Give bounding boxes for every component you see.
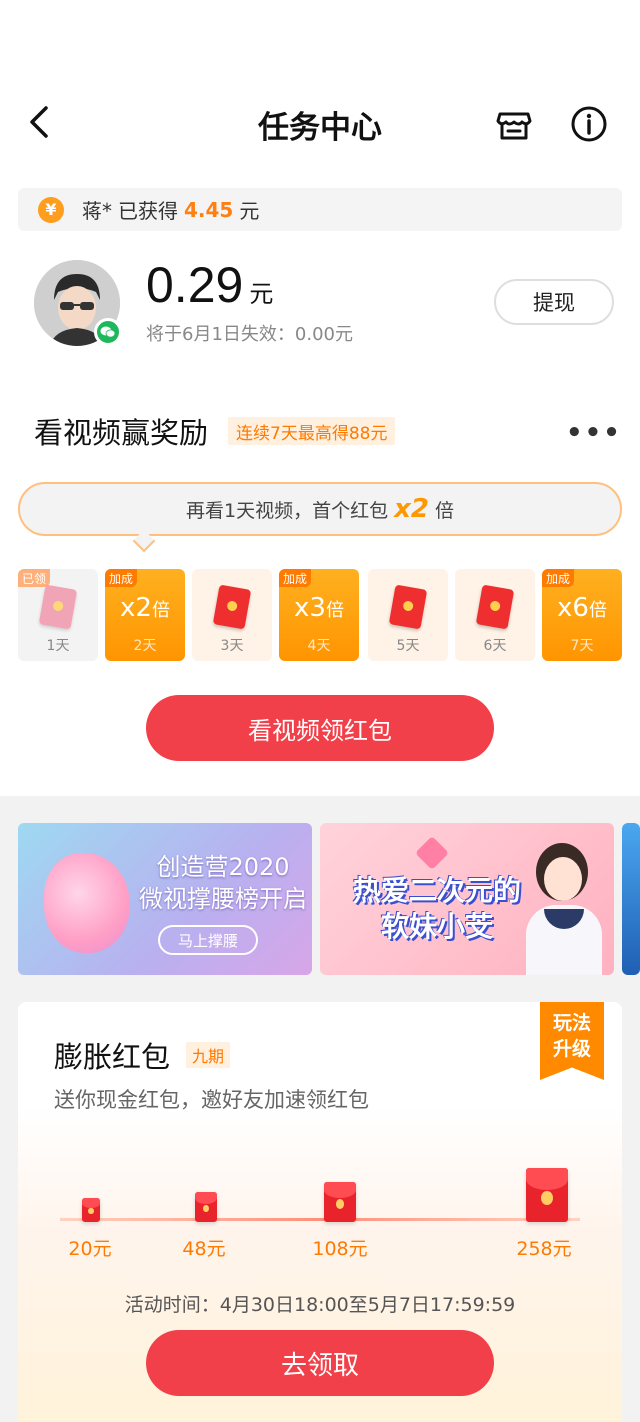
day-multiplier: x2倍 [120,593,170,623]
watch-video-button[interactable]: 看视频领红包 [146,695,494,761]
day-card-6[interactable]: 6天 [455,569,535,661]
bubble-suffix: 倍 [434,499,454,522]
day-card-2[interactable]: 加成 x2倍 2天 [105,569,185,661]
red-packet-icon [195,1192,217,1222]
day-streak-row: 已领 1天 加成 x2倍 2天 3天 加成 x3倍 4天 5天 6天 加成 x6… [18,569,622,661]
video-reward-title: 看视频赢奖励 [34,416,209,450]
day-card-5[interactable]: 5天 [368,569,448,661]
banner-cta-button[interactable]: 马上撑腰 [158,925,258,955]
day-card-7[interactable]: 加成 x6倍 7天 [542,569,622,661]
banner-chuangzaoying[interactable]: 创造营2020 微视撑腰榜开启 马上撑腰 [18,823,312,975]
day-tag: 加成 [105,569,138,587]
red-packet-icon [526,1168,568,1222]
tier-label: 108元 [312,1238,368,1260]
progress-track [60,1218,580,1221]
page-title: 任务中心 [258,110,382,146]
red-envelope-icon [212,584,252,630]
top-nav-bar: 任务中心 [0,88,640,158]
day-label: 7天 [570,638,594,654]
day-label: 5天 [396,638,420,654]
card-subtitle: 送你现金红包，邀好友加速领红包 [54,1088,369,1112]
bubble-prefix: 再看1天视频，首个红包 [186,499,389,522]
tier-label: 48元 [182,1238,226,1260]
expire-text: 将于6月1日失效：0.00元 [146,324,353,345]
day-tag: 加成 [279,569,312,587]
day-label: 3天 [220,638,244,654]
day-multiplier: x3倍 [294,593,344,623]
day-label: 4天 [307,638,331,654]
balance-unit: 元 [249,280,274,308]
activity-time: 活动时间：4月30日18:00至5月7日17:59:59 [124,1294,516,1316]
earn-amount: 4.45 [184,197,234,222]
bubble-multiplier: x2 [394,494,429,524]
earn-notice-bar: ¥ 蒋* 已获得 4.45 元 [18,188,622,231]
day-card-1[interactable]: 已领 1天 [18,569,98,661]
banner-portrait [520,835,608,975]
card-title: 膨胀红包 [54,1040,171,1074]
tier-label: 258元 [516,1238,572,1260]
day-label: 1天 [46,638,70,654]
withdraw-button[interactable]: 提现 [494,279,614,325]
banner-anime-girl[interactable]: 热爱二次元的 软妹小芠 [320,823,614,975]
day-card-4[interactable]: 加成 x3倍 4天 [279,569,359,661]
red-packet-icon [82,1198,100,1222]
red-envelope-icon [475,584,515,630]
earn-unit: 元 [239,199,260,223]
info-icon[interactable] [569,104,609,144]
day-tag: 加成 [542,569,575,587]
earn-user: 蒋* [82,199,112,223]
day-card-3[interactable]: 3天 [192,569,272,661]
red-envelope-icon [388,584,428,630]
day-label: 6天 [483,638,507,654]
day-tag: 已领 [18,569,51,587]
tier-label: 20元 [68,1238,112,1260]
more-options-icon[interactable]: ••• [566,418,622,448]
banner-title: 热爱二次元的 软妹小芠 [352,874,521,943]
heart-icon [415,836,449,870]
claim-button[interactable]: 去领取 [146,1330,494,1396]
store-icon[interactable] [494,104,534,144]
balance: 0.29 元 [146,256,273,314]
video-reward-tag: 连续7天最高得88元 [228,417,396,445]
day-multiplier: x6倍 [557,593,607,623]
red-packet-icon [324,1182,356,1222]
streak-tip-bubble: 再看1天视频，首个红包 x2 倍 [18,482,622,536]
card-tag: 九期 [186,1042,231,1068]
balance-amount: 0.29 [146,257,244,313]
banner-title: 创造营2020 微视撑腰榜开启 [139,853,307,913]
upgrade-ribbon: 玩法 升级 [540,1002,604,1080]
inflating-red-packet-card: 膨胀红包 九期 送你现金红包，邀好友加速领红包 玩法 升级 20元 48元 10… [18,1002,622,1422]
banner-partial[interactable] [622,823,640,975]
yuan-coin-icon: ¥ [38,196,64,223]
wechat-icon [94,318,122,346]
day-label: 2天 [133,638,157,654]
red-envelope-icon [38,584,78,630]
earn-text: 已获得 [118,199,178,223]
banner-graphic [44,853,130,953]
